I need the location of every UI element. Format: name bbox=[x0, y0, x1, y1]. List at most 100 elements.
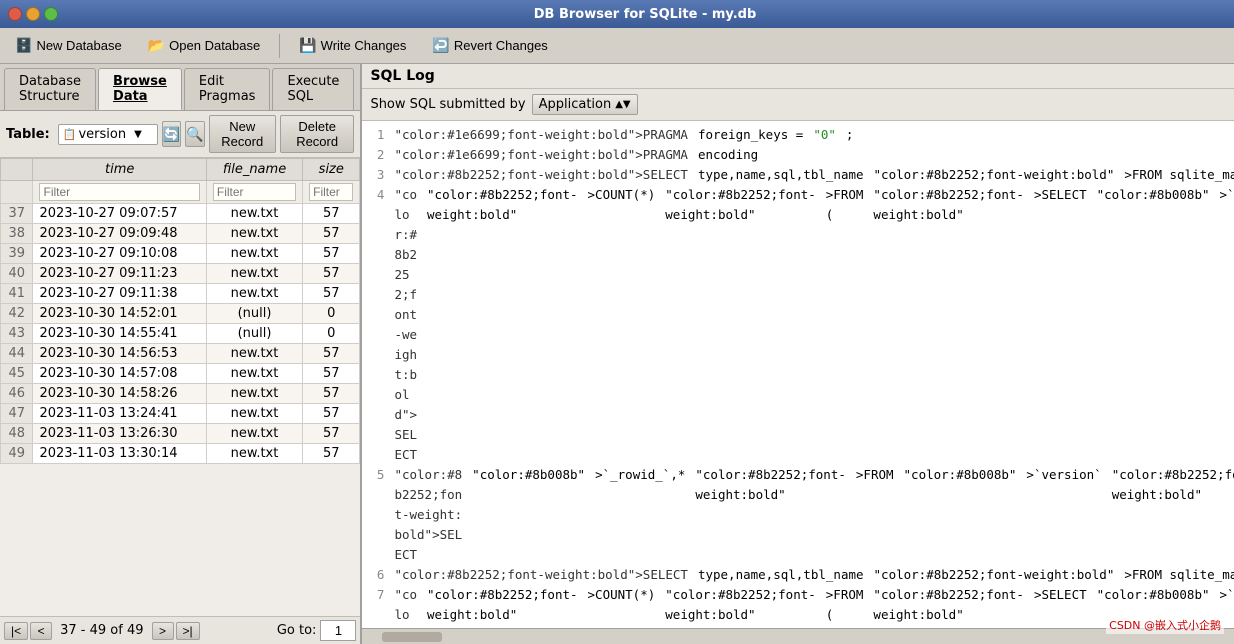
prev-page-btn[interactable]: < bbox=[30, 622, 52, 640]
sql-line: 6 "color:#8b2252;font-weight:bold">SELEC… bbox=[370, 565, 1234, 585]
table-label: Table: bbox=[6, 127, 50, 142]
col-header-time[interactable]: time bbox=[33, 159, 206, 181]
row-time: 2023-10-30 14:52:01 bbox=[33, 304, 206, 324]
line-number: 7 bbox=[370, 585, 384, 628]
table-row[interactable]: 45 2023-10-30 14:57:08 new.txt 57 bbox=[1, 364, 360, 384]
table-body: 37 2023-10-27 09:07:57 new.txt 57 38 202… bbox=[1, 204, 360, 464]
row-size: 57 bbox=[303, 224, 360, 244]
table-row[interactable]: 49 2023-11-03 13:30:14 new.txt 57 bbox=[1, 444, 360, 464]
maximize-btn[interactable] bbox=[44, 7, 58, 21]
row-size: 57 bbox=[303, 404, 360, 424]
next-page-btn[interactable]: > bbox=[152, 622, 174, 640]
filter-filename[interactable] bbox=[213, 183, 296, 201]
row-time: 2023-11-03 13:26:30 bbox=[33, 424, 206, 444]
row-filename: (null) bbox=[206, 304, 302, 324]
row-time: 2023-10-27 09:10:08 bbox=[33, 244, 206, 264]
row-filename: new.txt bbox=[206, 224, 302, 244]
col-header-size[interactable]: size bbox=[303, 159, 360, 181]
show-sql-label: Show SQL submitted by bbox=[370, 97, 525, 112]
main-content: Database Structure Browse Data Edit Prag… bbox=[0, 64, 1234, 644]
minimize-btn[interactable] bbox=[26, 7, 40, 21]
row-time: 2023-10-30 14:57:08 bbox=[33, 364, 206, 384]
sql-content[interactable]: 1 "color:#1e6699;font-weight:bold">PRAGM… bbox=[362, 121, 1234, 628]
sql-text: "color:#8b2252;font-weight:bold">SELECT bbox=[394, 465, 462, 565]
row-time: 2023-10-30 14:58:26 bbox=[33, 384, 206, 404]
menubar: 🗄️ New Database 📂 Open Database 💾 Write … bbox=[0, 28, 1234, 64]
row-filename: new.txt bbox=[206, 404, 302, 424]
table-row[interactable]: 43 2023-10-30 14:55:41 (null) 0 bbox=[1, 324, 360, 344]
col-header-filename[interactable]: file_name bbox=[206, 159, 302, 181]
row-time: 2023-10-30 14:56:53 bbox=[33, 344, 206, 364]
row-filename: (null) bbox=[206, 324, 302, 344]
row-time: 2023-10-27 09:09:48 bbox=[33, 224, 206, 244]
submitter-selector[interactable]: Application ▲▼ bbox=[532, 94, 638, 115]
revert-icon: ↩️ bbox=[432, 37, 449, 54]
table-row[interactable]: 40 2023-10-27 09:11:23 new.txt 57 bbox=[1, 264, 360, 284]
first-page-btn[interactable]: |< bbox=[4, 622, 28, 640]
table-row[interactable]: 39 2023-10-27 09:10:08 new.txt 57 bbox=[1, 244, 360, 264]
window-controls[interactable] bbox=[8, 7, 58, 21]
tab-edit-pragmas[interactable]: Edit Pragmas bbox=[184, 68, 271, 110]
line-number: 4 bbox=[370, 185, 384, 465]
tabs: Database Structure Browse Data Edit Prag… bbox=[0, 64, 360, 111]
table-row[interactable]: 48 2023-11-03 13:26:30 new.txt 57 bbox=[1, 424, 360, 444]
new-record-btn[interactable]: New Record bbox=[209, 115, 276, 153]
row-size: 57 bbox=[303, 364, 360, 384]
revert-changes-btn[interactable]: ↩️ Revert Changes bbox=[421, 32, 558, 59]
table-icon: 📋 bbox=[63, 128, 77, 141]
table-row[interactable]: 37 2023-10-27 09:07:57 new.txt 57 bbox=[1, 204, 360, 224]
row-time: 2023-10-27 09:11:38 bbox=[33, 284, 206, 304]
dropdown-arrow: ▼ bbox=[134, 129, 142, 140]
last-page-btn[interactable]: >| bbox=[176, 622, 200, 640]
row-num: 44 bbox=[1, 344, 33, 364]
data-table: time file_name size bbox=[0, 158, 360, 464]
window-title: DB Browser for SQLite - my.db bbox=[64, 7, 1226, 22]
sql-text: "color:#1e6699;font-weight:bold">PRAGMA bbox=[394, 125, 688, 145]
row-num: 45 bbox=[1, 364, 33, 384]
sql-line: 4 "color:#8b2252;font-weight:bold">SELEC… bbox=[370, 185, 1234, 465]
table-row[interactable]: 46 2023-10-30 14:58:26 new.txt 57 bbox=[1, 384, 360, 404]
tab-browse-data[interactable]: Browse Data bbox=[98, 68, 182, 110]
line-number: 6 bbox=[370, 565, 384, 585]
row-num: 48 bbox=[1, 424, 33, 444]
row-size: 0 bbox=[303, 304, 360, 324]
tab-execute-sql[interactable]: Execute SQL bbox=[272, 68, 354, 110]
row-filename: new.txt bbox=[206, 244, 302, 264]
row-time: 2023-10-27 09:11:23 bbox=[33, 264, 206, 284]
table-row[interactable]: 42 2023-10-30 14:52:01 (null) 0 bbox=[1, 304, 360, 324]
line-number: 5 bbox=[370, 465, 384, 565]
left-panel: Database Structure Browse Data Edit Prag… bbox=[0, 64, 362, 644]
scroll-thumb[interactable] bbox=[382, 632, 442, 642]
row-time: 2023-10-30 14:55:41 bbox=[33, 324, 206, 344]
filter-time[interactable] bbox=[39, 183, 199, 201]
filter-size[interactable] bbox=[309, 183, 353, 201]
pagination: |< < 37 - 49 of 49 > >| Go to: bbox=[0, 616, 360, 644]
table-row[interactable]: 38 2023-10-27 09:09:48 new.txt 57 bbox=[1, 224, 360, 244]
row-filename: new.txt bbox=[206, 364, 302, 384]
line-number: 2 bbox=[370, 145, 384, 165]
row-filename: new.txt bbox=[206, 384, 302, 404]
table-row[interactable]: 41 2023-10-27 09:11:38 new.txt 57 bbox=[1, 284, 360, 304]
row-time: 2023-11-03 13:24:41 bbox=[33, 404, 206, 424]
close-btn[interactable] bbox=[8, 7, 22, 21]
new-database-btn[interactable]: 🗄️ New Database bbox=[4, 32, 133, 59]
table-row[interactable]: 47 2023-11-03 13:24:41 new.txt 57 bbox=[1, 404, 360, 424]
table-scroll[interactable]: time file_name size bbox=[0, 158, 360, 616]
sql-log-title: SQL Log bbox=[370, 68, 434, 84]
goto-input[interactable] bbox=[320, 620, 356, 641]
write-changes-btn[interactable]: 💾 Write Changes bbox=[288, 32, 417, 59]
row-num: 37 bbox=[1, 204, 33, 224]
sql-line: 7 "color:#8b2252;font-weight:bold">SELEC… bbox=[370, 585, 1234, 628]
delete-record-btn[interactable]: Delete Record bbox=[280, 115, 355, 153]
open-database-btn[interactable]: 📂 Open Database bbox=[137, 32, 272, 59]
table-row[interactable]: 44 2023-10-30 14:56:53 new.txt 57 bbox=[1, 344, 360, 364]
table-header-row: time file_name size bbox=[1, 159, 360, 181]
row-num: 49 bbox=[1, 444, 33, 464]
data-table-wrapper: time file_name size bbox=[0, 158, 360, 644]
table-selector[interactable]: 📋 version ▼ bbox=[58, 124, 158, 145]
tab-database-structure[interactable]: Database Structure bbox=[4, 68, 96, 110]
refresh-btn[interactable]: 🔄 bbox=[162, 121, 181, 147]
row-size: 57 bbox=[303, 284, 360, 304]
bottom-scrollbar[interactable] bbox=[362, 628, 1234, 644]
filter-btn[interactable]: 🔍 bbox=[185, 121, 204, 147]
